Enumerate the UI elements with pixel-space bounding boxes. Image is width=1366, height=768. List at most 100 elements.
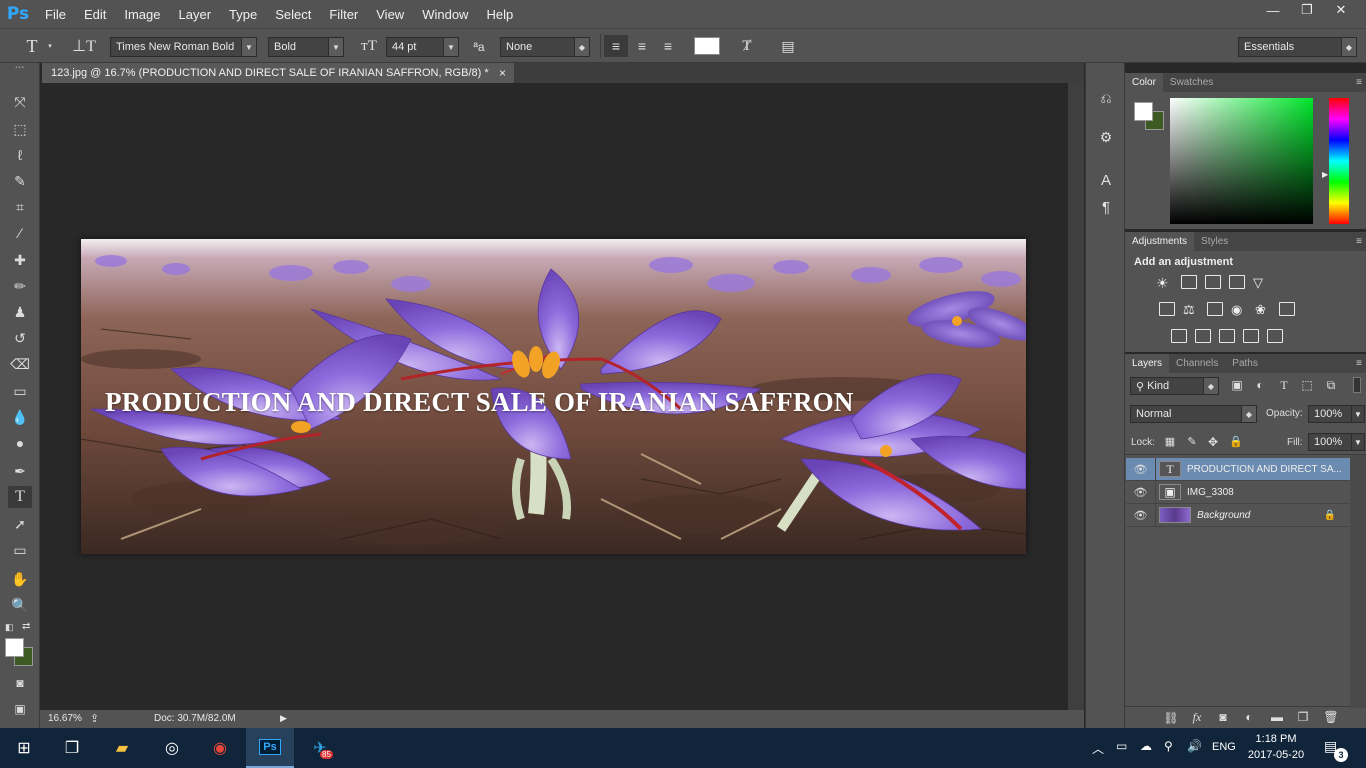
tab-swatches[interactable]: Swatches (1163, 73, 1220, 92)
photoshop-taskbar-icon[interactable]: Ps (246, 728, 294, 768)
zoom-tool-icon[interactable]: 🔍 (8, 594, 32, 616)
lock-pixels-icon[interactable]: ✎ (1185, 435, 1199, 448)
volume-icon[interactable]: 🔊 (1187, 739, 1202, 753)
task-view-icon[interactable]: ❐ (48, 728, 96, 768)
crop-tool-icon[interactable]: ⌗ (8, 196, 32, 218)
type-tool-preset-icon[interactable]: T (18, 36, 46, 56)
opacity-slider-toggle[interactable]: ▼ (1351, 405, 1365, 423)
new-layer-icon[interactable]: ❐ (1295, 710, 1311, 724)
filter-toggle[interactable] (1353, 377, 1361, 393)
clock-date[interactable]: 2017-05-20 (1244, 749, 1308, 761)
gradient-tool-icon[interactable]: ▭ (8, 380, 32, 402)
menu-filter[interactable]: Filter (320, 7, 367, 22)
lock-position-icon[interactable]: ✥ (1206, 435, 1220, 449)
align-right-icon[interactable]: ≡ (656, 35, 680, 57)
blur-tool-icon[interactable]: 💧 (8, 406, 32, 428)
invert-icon[interactable] (1171, 329, 1187, 343)
panel-menu-icon[interactable]: ≡ (1356, 73, 1366, 92)
menu-type[interactable]: Type (220, 7, 266, 22)
filter-smart-object-icon[interactable]: ⧉ (1323, 378, 1339, 393)
menu-edit[interactable]: Edit (75, 7, 115, 22)
quick-mask-icon[interactable]: ◙ (8, 672, 32, 694)
lasso-tool-icon[interactable]: ℓ (8, 144, 32, 166)
clock-time[interactable]: 1:18 PM (1248, 733, 1304, 745)
filter-shape-icon[interactable]: ⬚ (1299, 378, 1315, 392)
layer-row-image[interactable]: 👁 ▣ IMG_3308 (1126, 481, 1350, 504)
vertical-scrollbar[interactable] (1068, 83, 1084, 710)
character-panel-icon[interactable]: A (1094, 169, 1118, 191)
media-app-icon[interactable]: ◎ (148, 728, 196, 768)
properties-panel-icon[interactable]: ⚙ (1094, 126, 1118, 148)
channel-mixer-icon[interactable]: ❀ (1255, 302, 1271, 317)
visibility-eye-icon[interactable]: 👁 (1126, 504, 1156, 526)
healing-brush-tool-icon[interactable]: ✚ (8, 249, 32, 271)
color-lookup-icon[interactable] (1279, 302, 1295, 316)
color-field[interactable] (1170, 98, 1313, 224)
posterize-icon[interactable] (1195, 329, 1211, 343)
eyedropper-tool-icon[interactable]: ⁄ (8, 222, 32, 244)
file-explorer-icon[interactable]: ▰ (98, 728, 146, 768)
font-family-select[interactable]: Times New Roman Bold ▼ (110, 37, 257, 57)
swap-colors-icon[interactable]: ⇄ (22, 621, 30, 632)
menu-image[interactable]: Image (115, 7, 169, 22)
tab-channels[interactable]: Channels (1169, 354, 1225, 373)
panel-grip[interactable]: ▪▪▪ (6, 65, 34, 71)
opacity-input[interactable]: 100% (1308, 405, 1353, 423)
pen-tool-icon[interactable]: ✒ (8, 460, 32, 482)
tab-styles[interactable]: Styles (1194, 232, 1235, 251)
gradient-map-icon[interactable] (1267, 329, 1283, 343)
new-adjustment-layer-icon[interactable]: ◐ (1241, 710, 1257, 724)
fill-input[interactable]: 100% (1308, 433, 1353, 451)
lock-all-icon[interactable]: 🔒 (1229, 435, 1243, 448)
workspace-select[interactable]: Essentials ◆ (1238, 37, 1357, 57)
tab-color[interactable]: Color (1125, 73, 1163, 92)
delete-layer-icon[interactable]: 🗑 (1323, 710, 1339, 724)
hand-tool-icon[interactable]: ✋ (8, 568, 32, 590)
blend-mode-select[interactable]: Normal ◆ (1130, 405, 1257, 423)
tab-paths[interactable]: Paths (1225, 354, 1265, 373)
screen-mode-icon[interactable]: ▣ (8, 698, 32, 720)
history-brush-tool-icon[interactable]: ↺ (8, 327, 32, 349)
clone-stamp-tool-icon[interactable]: ♟ (8, 301, 32, 323)
rectangle-tool-icon[interactable]: ▭ (8, 539, 32, 561)
layer-row-background[interactable]: 👁 Background 🔒 (1126, 504, 1350, 527)
windows-start-icon[interactable]: ⊞ (0, 728, 48, 768)
visibility-eye-icon[interactable]: 👁 (1126, 458, 1156, 480)
chevron-down-icon[interactable]: ▾ (46, 42, 54, 50)
menu-file[interactable]: File (36, 7, 75, 22)
layer-style-icon[interactable]: fx (1189, 710, 1205, 725)
exposure-icon[interactable] (1229, 275, 1245, 289)
close-window-button[interactable]: ✕ (1318, 0, 1364, 20)
network-icon[interactable]: ⚲ (1164, 739, 1173, 753)
new-group-icon[interactable]: ▬ (1269, 710, 1285, 724)
panel-menu-icon[interactable]: ≡ (1356, 232, 1366, 251)
eraser-tool-icon[interactable]: ⌫ (8, 353, 32, 375)
brush-tool-icon[interactable]: ✏ (8, 275, 32, 297)
selective-color-icon[interactable] (1243, 329, 1259, 343)
telegram-icon[interactable]: ✈ 85 (296, 728, 344, 768)
cloud-icon[interactable]: ☁ (1140, 739, 1152, 753)
add-mask-icon[interactable]: ◙ (1215, 710, 1231, 724)
menu-help[interactable]: Help (477, 7, 522, 22)
default-colors-icon[interactable]: ◧ (5, 622, 14, 633)
status-menu-arrow-icon[interactable]: ▶ (280, 713, 287, 724)
visibility-eye-icon[interactable]: 👁 (1126, 481, 1156, 503)
align-center-icon[interactable]: ≡ (630, 35, 654, 57)
zoom-level[interactable]: 16.67% (48, 713, 82, 724)
filter-adjustment-icon[interactable]: ◐ (1252, 378, 1268, 392)
marquee-tool-icon[interactable]: ⬚ (8, 118, 32, 140)
document-tab[interactable]: 123.jpg @ 16.7% (PRODUCTION AND DIRECT S… (42, 63, 514, 83)
character-panel-icon[interactable]: ▤ (776, 35, 800, 57)
foreground-color-swatch[interactable] (5, 638, 24, 657)
curves-icon[interactable] (1205, 275, 1221, 289)
close-tab-icon[interactable]: × (499, 66, 506, 80)
filter-pixel-icon[interactable]: ▣ (1229, 378, 1245, 392)
fill-slider-toggle[interactable]: ▼ (1351, 433, 1365, 451)
photo-filter-icon[interactable]: ◉ (1231, 302, 1247, 317)
brightness-contrast-icon[interactable]: ☀ (1156, 275, 1172, 291)
move-tool-icon[interactable]: ⤧ (8, 91, 32, 113)
hue-saturation-icon[interactable] (1159, 302, 1175, 316)
text-color-swatch[interactable] (694, 37, 720, 55)
font-style-select[interactable]: Bold ▼ (268, 37, 344, 57)
threshold-icon[interactable] (1219, 329, 1235, 343)
